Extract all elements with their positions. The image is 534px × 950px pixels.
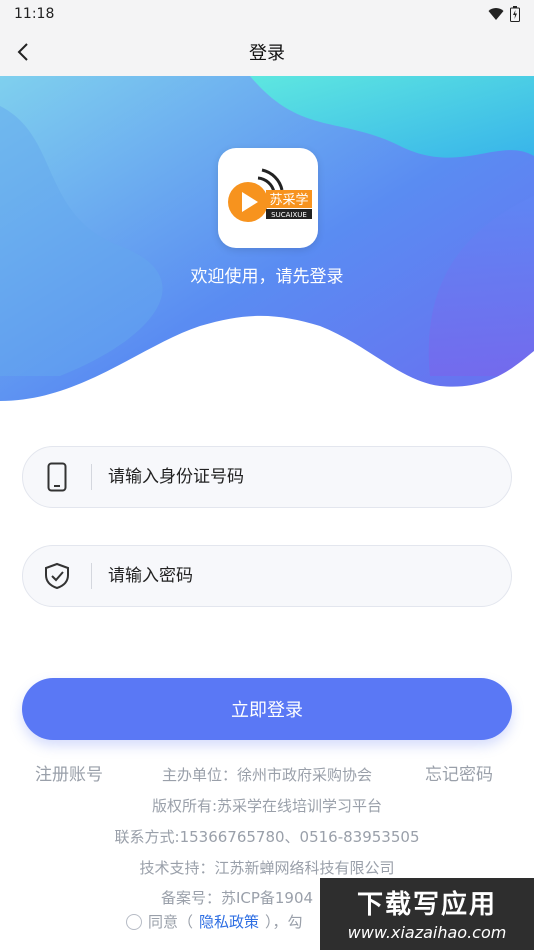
hero-banner: 苏采学 SUCAIXUE 欢迎使用，请先登录: [0, 76, 534, 406]
logo-text-en: SUCAIXUE: [271, 211, 307, 219]
contact-text: 联系方式:15366765780、0516-83953505: [114, 828, 420, 846]
status-bar: 11:18: [0, 0, 534, 28]
support-text: 技术支持：江苏新蝉网络科技有限公司: [139, 859, 395, 877]
status-time: 11:18: [14, 6, 55, 22]
watermark-title: 下载写应用: [356, 890, 497, 920]
status-icons: [488, 6, 520, 22]
watermark-url: www.xiazaihao.com: [347, 923, 507, 942]
password-field: [22, 545, 512, 607]
page-title: 登录: [249, 43, 285, 64]
agree-radio[interactable]: [126, 913, 142, 930]
agreement-row: 同意（ 隐私政策 ），勾: [126, 911, 303, 932]
nav-bar: 登录: [0, 28, 534, 76]
battery-icon: [510, 6, 520, 22]
id-number-input[interactable]: [92, 446, 511, 508]
sponsor-text: 主办单位：徐州市政府采购协会: [161, 766, 372, 784]
shield-check-icon: [23, 545, 91, 607]
agree-suffix: ），勾: [265, 913, 303, 931]
phone-icon: [23, 446, 91, 508]
back-arrow-icon[interactable]: [12, 40, 36, 64]
app-logo: 苏采学 SUCAIXUE: [218, 148, 318, 248]
copyright-text: 版权所有:苏采学在线培训学习平台: [151, 797, 383, 815]
logo-text-cn: 苏采学: [269, 192, 308, 208]
password-input[interactable]: [92, 545, 511, 607]
id-number-field: [22, 446, 512, 508]
login-button[interactable]: 立即登录: [22, 678, 512, 740]
logo-graphic: 苏采学 SUCAIXUE: [228, 168, 312, 222]
wifi-icon: [488, 8, 504, 20]
welcome-text: 欢迎使用，请先登录: [190, 267, 344, 287]
watermark-badge: 下载写应用 www.xiazaihao.com: [320, 878, 534, 950]
privacy-policy-link[interactable]: 隐私政策: [199, 911, 259, 932]
agree-prefix: 同意（: [148, 913, 194, 931]
